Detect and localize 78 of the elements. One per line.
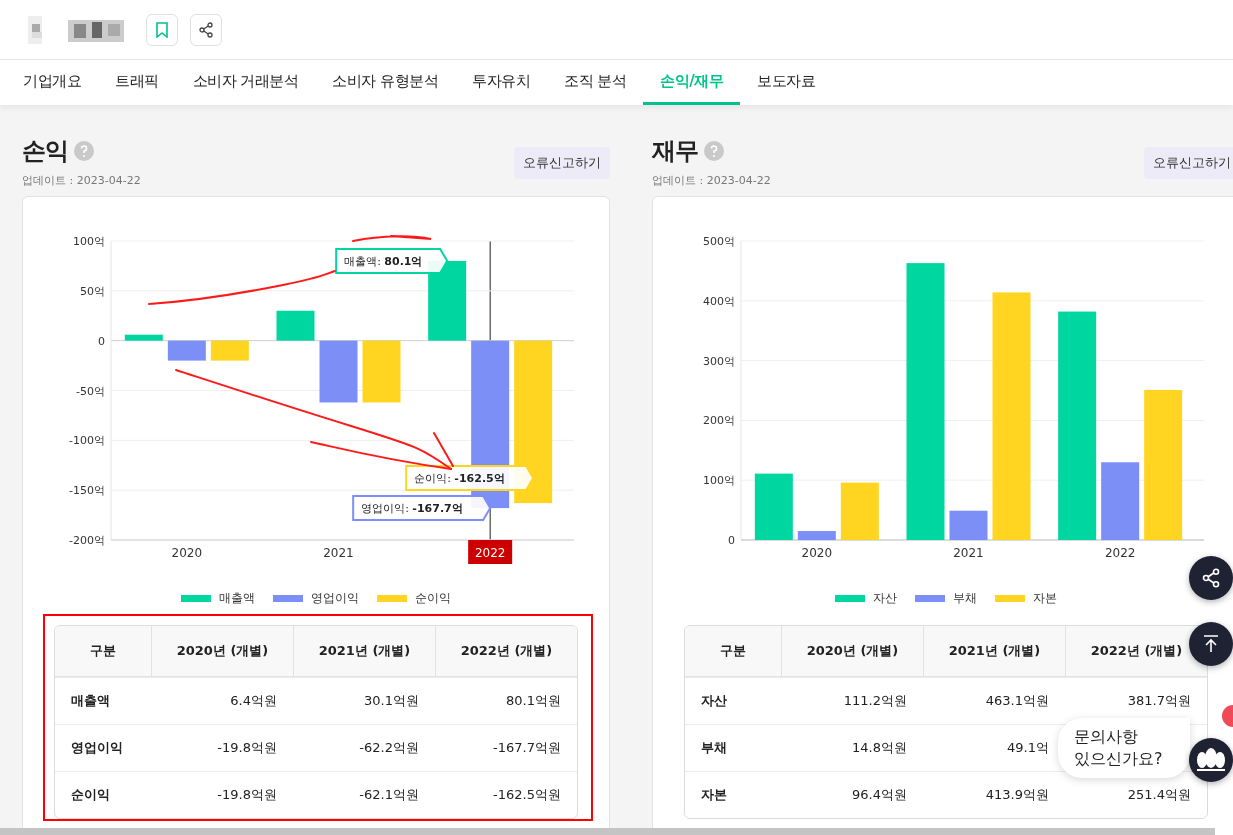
axis-label: 2022 [1104,546,1136,560]
section-title: 재무 [652,136,698,167]
axis-label: -100억 [69,434,105,448]
axis-label: -50억 [76,384,105,398]
tooltip: 순이익: -162.5억 [405,465,535,492]
table-cell: 413.9억원 [923,771,1065,818]
column-header: 2022년 (개별) [1065,626,1207,677]
column-header: 2020년 (개별) [151,626,293,677]
report-error-button[interactable]: 오류신고하기 [514,147,610,179]
table-cell: -62.2억원 [293,724,435,771]
tab[interactable]: 소비자 유형분석 [315,60,456,105]
update-date: 업데이트 : 2023-04-22 [22,173,141,188]
table-cell: 14.8억원 [781,724,923,771]
table-cell: -162.5억원 [435,771,577,818]
tab[interactable]: 기업개요 [23,60,98,105]
table-cell: 30.1억원 [293,677,435,724]
axis-label: 300억 [703,354,735,368]
row-header: 매출액 [55,677,151,724]
table-cell: 80.1억원 [435,677,577,724]
tab[interactable]: 보도자료 [740,60,833,105]
share-icon [1201,568,1221,588]
chat-prompt[interactable]: 문의사항 있으신가요? [1058,718,1190,778]
update-date: 업데이트 : 2023-04-22 [652,173,771,188]
table-cell: 111.2억원 [781,677,923,724]
column-header: 2020년 (개별) [781,626,923,677]
legend-label[interactable]: 영업이익 [311,589,359,607]
category-marker: 2022 [468,540,513,564]
table-cell: -19.8억원 [151,724,293,771]
axis-label: 0 [98,334,105,348]
scrollbar[interactable] [0,828,1215,835]
axis-label: 2020 [171,546,203,560]
legend-label[interactable]: 부채 [953,589,977,607]
tab[interactable]: 조직 분석 [547,60,644,105]
table-cell: -167.7억원 [435,724,577,771]
axis-label: -200억 [69,534,105,547]
legend-label[interactable]: 매출액 [219,589,255,607]
tooltip: 매출액: 80.1억 [335,247,449,274]
row-header: 영업이익 [55,724,151,771]
axis-label: 100억 [703,474,735,488]
legend-label[interactable]: 순이익 [415,589,451,607]
axis-label: 400억 [703,294,735,308]
report-error-button[interactable]: 오류신고하기 [1144,147,1233,179]
row-header: 자본 [685,771,781,818]
table-cell: -62.1억원 [293,771,435,818]
axis-label: 2021 [953,546,984,560]
column-header: 2021년 (개별) [923,626,1065,677]
column-header: 2022년 (개별) [435,626,577,677]
share-button[interactable] [190,13,222,46]
table-cell: -19.8억원 [151,771,293,818]
tab[interactable]: 투자유치 [455,60,548,105]
axis-label: -150억 [69,484,105,498]
column-header: 2021년 (개별) [293,626,435,677]
axis-label: 50억 [80,284,105,298]
table-cell: 463.1억원 [923,677,1065,724]
section-title: 손익 [22,136,68,167]
axis-label: 2020 [801,546,833,560]
row-header: 자산 [685,677,781,724]
tab[interactable]: 소비자 거래분석 [175,60,316,105]
table-cell: 96.4억원 [781,771,923,818]
axis-label: 0 [728,534,735,547]
axis-label: 2021 [323,546,354,560]
row-header: 순이익 [55,771,151,818]
table-cell: 6.4억원 [151,677,293,724]
arrow-up-icon [1202,634,1220,654]
axis-label: 100억 [73,235,105,248]
column-header: 구분 [685,626,781,677]
axis-label: 200억 [703,414,735,428]
x-tick-label: 2022 [474,546,506,560]
tab[interactable]: 트래픽 [98,60,176,105]
tooltip: 영업이익: -167.7억 [352,495,492,522]
legend-label[interactable]: 자산 [873,589,897,607]
legend-label[interactable]: 자본 [1033,589,1057,607]
axis-label: 500억 [703,235,735,248]
trees-icon [1195,748,1227,772]
bookmark-icon [155,21,169,38]
row-header: 부채 [685,724,781,771]
column-header: 구분 [55,626,151,677]
share-icon [198,21,214,38]
